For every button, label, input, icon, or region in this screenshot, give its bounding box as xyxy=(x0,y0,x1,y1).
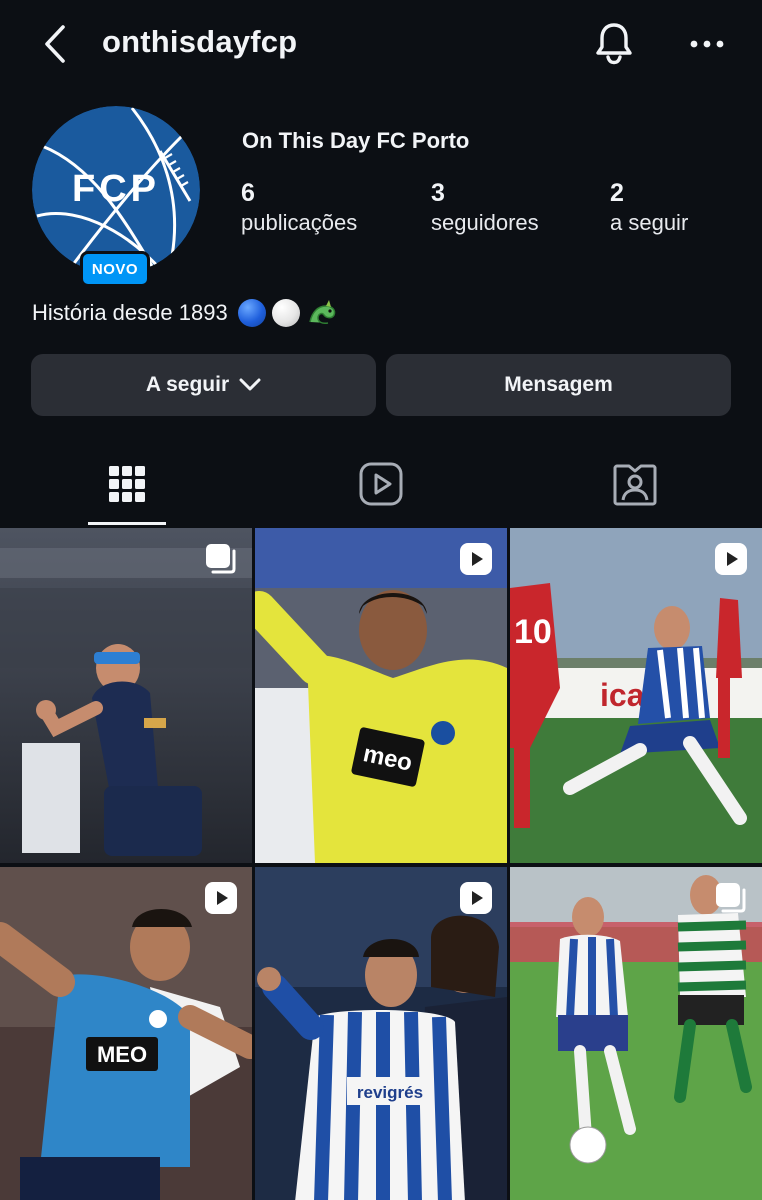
reel-icon xyxy=(460,882,492,914)
post-thumbnail[interactable] xyxy=(510,867,762,1200)
message-button-label: Mensagem xyxy=(504,373,613,396)
posts-grid: meo icar 10 MEO revigrés xyxy=(0,528,762,1200)
posts-count-value: 6 xyxy=(241,179,255,207)
followers-count-label: seguidores xyxy=(431,210,539,235)
blue-circle-emoji xyxy=(237,299,266,327)
profile-tabs xyxy=(0,440,762,528)
shirt-sponsor-text: MEO xyxy=(97,1042,147,1067)
shirt-number-text: 10 xyxy=(514,613,552,651)
chevron-left-icon xyxy=(45,25,65,63)
post-photo xyxy=(0,528,252,863)
followers-count-value: 3 xyxy=(431,179,445,207)
carousel-icon xyxy=(206,544,236,574)
back-button[interactable] xyxy=(38,22,72,66)
tab-tagged[interactable] xyxy=(508,440,762,528)
notifications-button[interactable] xyxy=(590,18,638,68)
white-circle-emoji xyxy=(271,299,300,327)
post-thumbnail[interactable]: meo xyxy=(255,528,507,863)
new-badge: NOVO xyxy=(80,251,150,287)
following-count-label: a seguir xyxy=(610,210,689,235)
profile-bio: História desde 1893 xyxy=(32,298,338,328)
bio-text: História desde 1893 xyxy=(32,300,228,325)
post-photo: MEO xyxy=(0,867,252,1200)
following-button[interactable]: A seguir xyxy=(31,354,376,416)
reel-icon xyxy=(715,543,747,575)
post-photo: icar 10 xyxy=(510,528,762,863)
more-horizontal-icon xyxy=(690,40,724,48)
tab-reels[interactable] xyxy=(254,440,508,528)
post-photo xyxy=(510,867,762,1200)
posts-count[interactable]: 6 publicações xyxy=(241,178,357,238)
profile-username: onthisdayfcp xyxy=(102,24,298,59)
profile-header: onthisdayfcp xyxy=(0,0,762,90)
post-thumbnail[interactable]: MEO xyxy=(0,867,252,1200)
chevron-down-icon xyxy=(239,378,261,391)
active-tab-indicator xyxy=(88,522,166,525)
profile-avatar-container[interactable]: FCP NOVO xyxy=(32,106,200,287)
reel-icon xyxy=(205,882,237,914)
post-photo: meo xyxy=(255,528,507,863)
following-count-value: 2 xyxy=(610,179,624,207)
following-count[interactable]: 2 a seguir xyxy=(610,178,688,238)
carousel-icon xyxy=(716,883,746,913)
shirt-sponsor-text: revigrés xyxy=(357,1083,423,1102)
more-options-button[interactable] xyxy=(684,26,730,62)
reels-icon xyxy=(359,462,403,506)
avatar[interactable]: FCP xyxy=(32,106,200,274)
post-thumbnail[interactable] xyxy=(0,528,252,863)
followers-count[interactable]: 3 seguidores xyxy=(431,178,539,238)
post-photo: revigrés xyxy=(255,867,507,1200)
posts-count-label: publicações xyxy=(241,210,358,235)
tab-posts[interactable] xyxy=(0,440,254,528)
message-button[interactable]: Mensagem xyxy=(386,354,731,416)
following-button-label: A seguir xyxy=(145,373,230,396)
reel-icon xyxy=(460,543,492,575)
grid-icon xyxy=(109,466,145,502)
tagged-icon xyxy=(613,464,657,506)
avatar-text: FCP xyxy=(72,168,160,210)
dragon-emoji xyxy=(308,300,335,324)
bell-icon xyxy=(596,23,632,65)
profile-display-name: On This Day FC Porto xyxy=(242,128,470,153)
post-thumbnail[interactable]: revigrés xyxy=(255,867,507,1200)
post-thumbnail[interactable]: icar 10 xyxy=(510,528,762,863)
